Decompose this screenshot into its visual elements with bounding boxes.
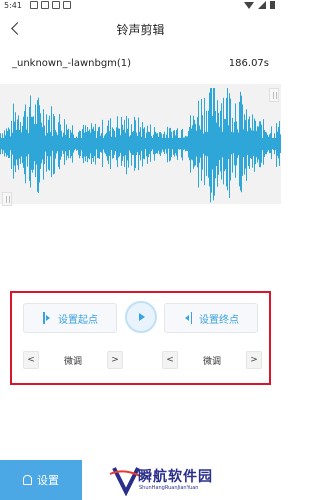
battery-icon (270, 1, 275, 9)
settings-label: 设置 (37, 474, 59, 487)
play-icon (139, 313, 145, 321)
page-title: 铃声剪辑 (116, 23, 165, 37)
end-increment-button[interactable]: > (246, 351, 262, 369)
signal-icon (258, 1, 266, 9)
notification-icon (52, 1, 60, 9)
watermark: 瞬航软件园 ShunHangRuanJianYuan (108, 462, 258, 498)
set-start-label: 设置起点 (58, 314, 98, 326)
set-end-button[interactable]: 设置终点 (164, 303, 258, 333)
start-increment-button[interactable]: > (107, 351, 123, 369)
file-name: _unknown_-lawnbgm(1) (12, 58, 132, 69)
title-bar: 铃声剪辑 (0, 12, 281, 46)
end-fine-tune-label: 微调 (202, 357, 221, 367)
waveform-area[interactable] (0, 84, 281, 206)
trim-controls: 设置起点 设置终点 < 微调 > < 微调 > (10, 291, 271, 385)
watermark-logo (109, 467, 141, 496)
end-drag-handle[interactable] (269, 88, 279, 102)
bell-icon (23, 475, 32, 485)
notification-icon (63, 1, 71, 9)
system-icons (244, 1, 275, 9)
end-decrement-button[interactable]: < (162, 351, 178, 369)
end-fine-tune-stepper: < 微调 > (162, 351, 262, 369)
set-start-button[interactable]: 设置起点 (23, 303, 117, 333)
play-button[interactable] (125, 301, 157, 333)
start-drag-handle[interactable] (2, 192, 12, 206)
start-fine-tune-label: 微调 (63, 357, 82, 367)
notification-icon (30, 1, 38, 9)
start-decrement-button[interactable]: < (23, 351, 39, 369)
start-fine-tune-stepper: < 微调 > (23, 351, 123, 369)
start-marker-icon (42, 312, 52, 324)
settings-button[interactable]: 设置 (0, 460, 82, 500)
notification-icon (41, 1, 49, 9)
set-end-label: 设置终点 (199, 314, 239, 326)
status-bar: 5:41 (0, 0, 281, 12)
notification-icons (30, 1, 71, 9)
status-time: 5:41 (4, 1, 22, 10)
duration: 186.07s (228, 58, 269, 69)
wifi-icon (244, 1, 254, 9)
watermark-title: 瞬航软件园 (138, 469, 213, 485)
end-marker-icon (183, 312, 193, 324)
watermark-subtitle: ShunHangRuanJianYuan (139, 485, 199, 491)
waveform (0, 88, 281, 203)
